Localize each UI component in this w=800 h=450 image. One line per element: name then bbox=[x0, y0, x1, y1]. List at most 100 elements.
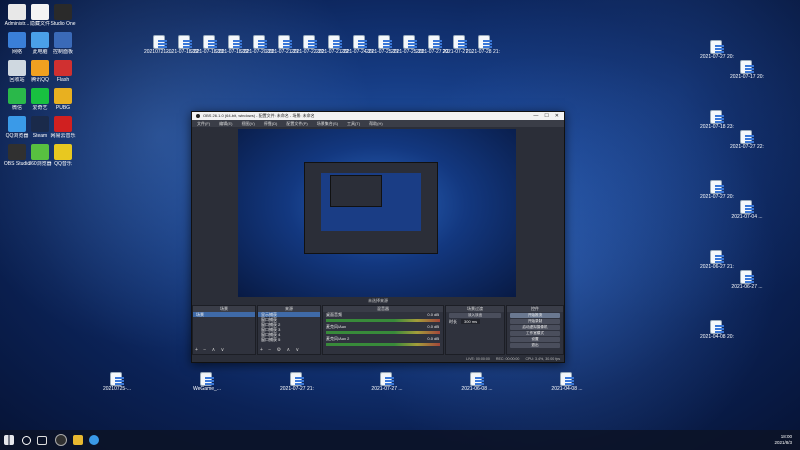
file-icon[interactable] bbox=[380, 372, 394, 386]
file-icon[interactable] bbox=[470, 372, 484, 386]
menu-item[interactable]: 视图(V) bbox=[241, 121, 254, 127]
desktop-app-icon[interactable] bbox=[8, 116, 26, 132]
browser-taskbar-icon[interactable] bbox=[89, 435, 99, 445]
control-button[interactable]: 退出 bbox=[510, 343, 560, 348]
file-icon[interactable] bbox=[278, 35, 292, 49]
file-icon[interactable] bbox=[740, 200, 754, 214]
file-label: 2021-07-27 22:14:... bbox=[730, 144, 764, 150]
taskbar-clock[interactable]: 18:00 2021/8/3 bbox=[774, 434, 792, 446]
file-icon[interactable] bbox=[740, 130, 754, 144]
control-button[interactable]: 设置 bbox=[510, 337, 560, 342]
file-icon[interactable] bbox=[710, 40, 724, 54]
taskview-icon[interactable] bbox=[37, 435, 47, 445]
file-icon[interactable] bbox=[478, 35, 492, 49]
file-icon[interactable] bbox=[178, 35, 192, 49]
file-icon[interactable] bbox=[710, 110, 724, 124]
transitions-dock: 场景过渡 淡入淡出 时长 300 ms bbox=[445, 305, 505, 355]
controls-dock-title: 控件 bbox=[507, 306, 563, 312]
file-icon[interactable] bbox=[740, 60, 754, 74]
file-icon[interactable] bbox=[710, 320, 724, 334]
close-button[interactable]: ✕ bbox=[555, 113, 559, 119]
search-icon[interactable] bbox=[22, 435, 31, 445]
mixer-dock: 混音器 桌面音频 0.0 dB 麦克风/Aux 0.0 dB 麦克风/Aux 2 0.0 … bbox=[322, 305, 444, 355]
menu-item[interactable]: 停靠(D) bbox=[264, 121, 278, 127]
menu-item[interactable]: 编辑(E) bbox=[219, 121, 232, 127]
desktop-app-icon[interactable] bbox=[54, 116, 72, 132]
control-button[interactable]: 工作室模式 bbox=[510, 331, 560, 336]
desktop-app-icon[interactable] bbox=[8, 60, 26, 76]
minimize-button[interactable]: — bbox=[533, 113, 538, 119]
desktop-app-icon[interactable] bbox=[31, 116, 49, 132]
obs-window[interactable]: OBS 26.1.0 (64-bit, windows) - 配置文件: 未命名… bbox=[191, 111, 565, 363]
sources-toolbar[interactable]: + − ⚙ ∧ ∨ bbox=[260, 347, 301, 353]
transitions-dock-title: 场景过渡 bbox=[446, 306, 504, 312]
file-icon[interactable] bbox=[710, 180, 724, 194]
control-button[interactable]: 启动虚拟摄像机 bbox=[510, 325, 560, 330]
desktop-app-icon[interactable] bbox=[8, 144, 26, 160]
scenes-toolbar[interactable]: + − ∧ ∨ bbox=[195, 347, 226, 353]
control-button[interactable]: 开始推流 bbox=[510, 313, 560, 318]
file-icon[interactable] bbox=[110, 372, 124, 386]
file-icon[interactable] bbox=[228, 35, 242, 49]
desktop-app-icon[interactable] bbox=[8, 88, 26, 104]
mixer-channel-level: 0.0 dB bbox=[427, 324, 439, 329]
file-icon[interactable] bbox=[453, 35, 467, 49]
desktop-app-icon[interactable] bbox=[54, 32, 72, 48]
mixer-channel: 桌面音频 0.0 dB bbox=[323, 312, 443, 317]
control-button[interactable]: 开始录制 bbox=[510, 319, 560, 324]
file-icon[interactable] bbox=[740, 270, 754, 284]
desktop-app-icon[interactable] bbox=[8, 32, 26, 48]
file-label: 2021-07-27 20:52:... bbox=[700, 54, 734, 60]
file-icon[interactable] bbox=[200, 372, 214, 386]
desktop-app-icon[interactable] bbox=[31, 144, 49, 160]
duration-input[interactable]: 300 ms bbox=[461, 319, 481, 324]
desktop-app-icon[interactable] bbox=[31, 32, 49, 48]
desktop-app-icon[interactable] bbox=[31, 60, 49, 76]
file-icon[interactable] bbox=[253, 35, 267, 49]
file-icon[interactable] bbox=[153, 35, 167, 49]
desktop-app-icon[interactable] bbox=[54, 60, 72, 76]
menu-item[interactable]: 文件(F) bbox=[197, 121, 210, 127]
volume-meter[interactable] bbox=[326, 331, 440, 334]
file-label: 2021-07-18 23:36:... bbox=[700, 124, 734, 130]
explorer-taskbar-icon[interactable] bbox=[73, 435, 83, 445]
file-icon[interactable] bbox=[710, 250, 724, 264]
obs-preview[interactable] bbox=[238, 129, 516, 297]
mixer-channel: 麦克风/Aux 0.0 dB bbox=[323, 324, 443, 329]
scene-item[interactable]: 场景 bbox=[193, 312, 255, 317]
obs-taskbar-icon[interactable] bbox=[55, 434, 67, 446]
volume-meter[interactable] bbox=[326, 343, 440, 346]
mixer-channel-level: 0.0 dB bbox=[427, 312, 439, 317]
menu-item[interactable]: 帮助(H) bbox=[369, 121, 383, 127]
file-icon[interactable] bbox=[203, 35, 217, 49]
source-item[interactable]: 窗口捕获 5 bbox=[258, 337, 320, 342]
file-icon[interactable] bbox=[290, 372, 304, 386]
file-icon[interactable] bbox=[303, 35, 317, 49]
desktop-app-icon[interactable] bbox=[8, 4, 26, 20]
volume-meter[interactable] bbox=[326, 319, 440, 322]
menu-item[interactable]: 工具(T) bbox=[347, 121, 360, 127]
file-icon[interactable] bbox=[428, 35, 442, 49]
menu-item[interactable]: 配置文件(P) bbox=[286, 121, 307, 127]
desktop-icon-label: Studio One bbox=[50, 21, 76, 27]
file-icon[interactable] bbox=[378, 35, 392, 49]
file-icon[interactable] bbox=[353, 35, 367, 49]
desktop-app-icon[interactable] bbox=[54, 4, 72, 20]
start-button[interactable] bbox=[4, 435, 14, 445]
obs-titlebar[interactable]: OBS 26.1.0 (64-bit, windows) - 配置文件: 未命名… bbox=[192, 112, 564, 120]
desktop-app-icon[interactable] bbox=[54, 88, 72, 104]
file-icon[interactable] bbox=[328, 35, 342, 49]
controls-dock: 控件 开始推流 开始录制 启动虚拟摄像机 工作室模式 设置 退出 bbox=[506, 305, 564, 355]
file-icon[interactable] bbox=[560, 372, 574, 386]
desktop-app-icon[interactable] bbox=[31, 4, 49, 20]
obs-menubar: 文件(F) 编辑(E) 视图(V) 停靠(D) 配置文件(P) 场景集合(S) 工具(T) 帮… bbox=[192, 120, 564, 127]
desktop-app-icon[interactable] bbox=[54, 144, 72, 160]
file-icon[interactable] bbox=[403, 35, 417, 49]
file-label: WeGame_... bbox=[193, 386, 221, 392]
menu-item[interactable]: 场景集合(S) bbox=[317, 121, 338, 127]
transition-type-select[interactable]: 淡入淡出 bbox=[449, 313, 501, 318]
desktop-app-icon[interactable] bbox=[31, 88, 49, 104]
file-label: 2021-06-27 ... bbox=[731, 284, 763, 290]
maximize-button[interactable]: ☐ bbox=[544, 113, 548, 119]
file-label: 2021-07-17 20:06:... bbox=[730, 74, 764, 80]
